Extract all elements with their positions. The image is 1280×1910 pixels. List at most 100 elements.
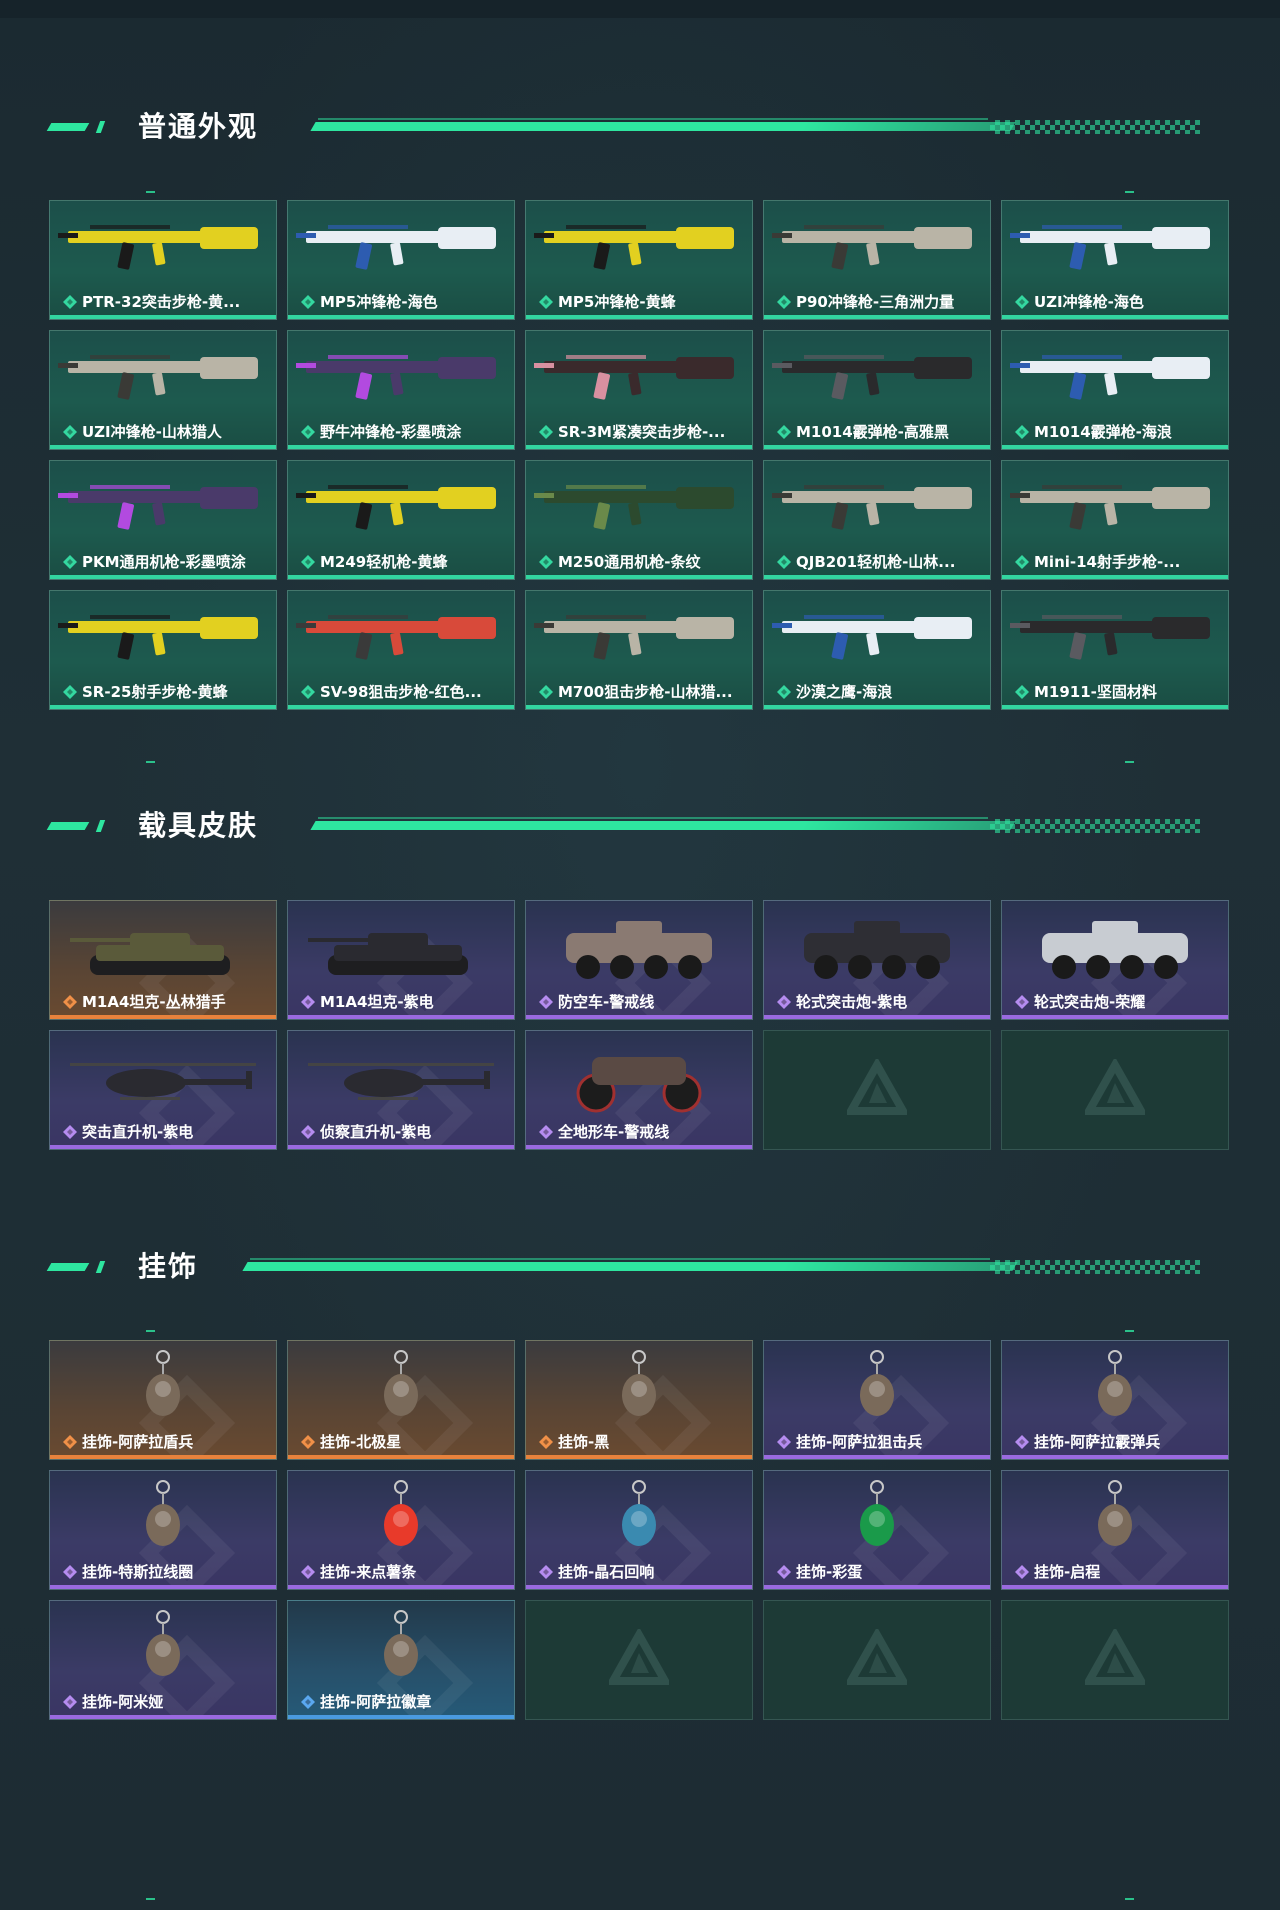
charms-card[interactable]: 挂饰-阿萨拉霰弹兵 <box>1001 1340 1229 1460</box>
weapons-card[interactable]: UZI冲锋枪-海色 <box>1001 200 1229 320</box>
vehicles-card[interactable]: 防空车-警戒线 <box>525 900 753 1020</box>
card-label: M249轻机枪-黄蜂 <box>320 553 448 571</box>
card-label: UZI冲锋枪-山林猎人 <box>82 423 222 441</box>
mini14-camo-icon <box>1010 485 1210 530</box>
wheeled-gun-dark-icon <box>804 921 950 979</box>
weapons-card[interactable]: M249轻机枪-黄蜂 <box>287 460 515 580</box>
rarity-diamond-icon <box>1015 995 1029 1009</box>
uzi-camo-icon <box>58 355 258 400</box>
wheeled-gun-white-icon <box>1042 921 1188 979</box>
tank-dark-icon <box>308 933 468 975</box>
shotgun-black-icon <box>772 355 972 400</box>
rarity-diamond-icon <box>539 555 553 569</box>
p90-camo-icon <box>772 225 972 270</box>
rarity-diamond-icon <box>539 995 553 1009</box>
charms-card[interactable]: 挂饰-阿萨拉徽章 <box>287 1600 515 1720</box>
charms-card[interactable]: 挂饰-来点薯条 <box>287 1470 515 1590</box>
card-label: 野牛冲锋枪-彩墨喷涂 <box>320 423 462 441</box>
aa-vehicle-icon <box>566 921 712 979</box>
empty-slot <box>763 1600 991 1720</box>
weapons-card[interactable]: P90冲锋枪-三角洲力量 <box>763 200 991 320</box>
delta-logo-icon <box>609 1629 669 1685</box>
weapons-card[interactable]: PKM通用机枪-彩墨喷涂 <box>49 460 277 580</box>
weapons-card[interactable]: MP5冲锋枪-黄蜂 <box>525 200 753 320</box>
card-label: 侦察直升机-紫电 <box>320 1123 432 1141</box>
empty-slot <box>1001 1030 1229 1150</box>
weapons-card[interactable]: SR-3M紧凑突击步枪-... <box>525 330 753 450</box>
card-label: 全地形车-警戒线 <box>558 1123 670 1141</box>
delta-logo-icon <box>847 1059 907 1115</box>
header-accent <box>95 820 106 832</box>
empty-slot <box>1001 1600 1229 1720</box>
card-label: P90冲锋枪-三角洲力量 <box>796 293 955 311</box>
weapons-card[interactable]: Mini-14射手步枪-... <box>1001 460 1229 580</box>
vehicles-card[interactable]: M1A4坦克-紫电 <box>287 900 515 1020</box>
section-title: 普通外观 <box>138 110 259 143</box>
charm-black-icon <box>622 1350 656 1416</box>
rarity-diamond-icon <box>539 685 553 699</box>
vehicles-card[interactable]: 侦察直升机-紫电 <box>287 1030 515 1150</box>
rarity-diamond-icon <box>539 1565 553 1579</box>
rarity-diamond-icon <box>777 1435 791 1449</box>
weapons-card[interactable]: QJB201轻机枪-山林... <box>763 460 991 580</box>
header-checker <box>990 819 1200 833</box>
charms-card[interactable]: 挂饰-特斯拉线圈 <box>49 1470 277 1590</box>
section-title: 挂饰 <box>138 1250 199 1283</box>
charms-card[interactable]: 挂饰-阿萨拉盾兵 <box>49 1340 277 1460</box>
rarity-diamond-icon <box>301 685 315 699</box>
weapons-card[interactable]: SR-25射手步枪-黄蜂 <box>49 590 277 710</box>
charms-card[interactable]: 挂饰-阿萨拉狙击兵 <box>763 1340 991 1460</box>
rarity-diamond-icon <box>301 425 315 439</box>
vehicles-card[interactable]: M1A4坦克-丛林猎手 <box>49 900 277 1020</box>
card-label: 轮式突击炮-紫电 <box>796 993 908 1011</box>
empty-slot <box>525 1600 753 1720</box>
vehicles-card[interactable]: 轮式突击炮-紫电 <box>763 900 991 1020</box>
tick-mark <box>1125 191 1134 193</box>
tick-mark <box>146 761 155 763</box>
delta-logo-icon <box>1085 1629 1145 1685</box>
weapons-card[interactable]: M1014霰弹枪-高雅黑 <box>763 330 991 450</box>
vehicles-card[interactable]: 突击直升机-紫电 <box>49 1030 277 1150</box>
tick-mark <box>146 1330 155 1332</box>
weapons-card[interactable]: M250通用机枪-条纹 <box>525 460 753 580</box>
card-label: 挂饰-特斯拉线圈 <box>82 1563 194 1581</box>
card-label: M1911-坚固材料 <box>1034 683 1157 701</box>
rarity-diamond-icon <box>301 1435 315 1449</box>
rarity-diamond-icon <box>63 685 77 699</box>
rarity-diamond-icon <box>301 295 315 309</box>
vehicles-card[interactable]: 轮式突击炮-荣耀 <box>1001 900 1229 1020</box>
charms-card[interactable]: 挂饰-黑 <box>525 1340 753 1460</box>
weapons-card[interactable]: 沙漠之鹰-海浪 <box>763 590 991 710</box>
rarity-diamond-icon <box>63 1565 77 1579</box>
charms-card[interactable]: 挂饰-北极星 <box>287 1340 515 1460</box>
weapons-card[interactable]: 野牛冲锋枪-彩墨喷涂 <box>287 330 515 450</box>
charm-tesla-coil-icon <box>146 1480 180 1546</box>
card-label: M1A4坦克-丛林猎手 <box>82 993 226 1011</box>
charms-card[interactable]: 挂饰-彩蛋 <box>763 1470 991 1590</box>
rarity-diamond-icon <box>63 995 77 1009</box>
header-checker <box>990 120 1200 134</box>
m250-green-icon <box>534 485 734 530</box>
weapons-card[interactable]: M700狙击步枪-山林猎... <box>525 590 753 710</box>
weapons-grid: PTR-32突击步枪-黄... MP5冲锋枪-海色 MP5冲锋枪-黄蜂 P90冲锋枪-… <box>49 200 1229 710</box>
rarity-diamond-icon <box>539 295 553 309</box>
weapons-card[interactable]: M1911-坚固材料 <box>1001 590 1229 710</box>
weapons-card[interactable]: UZI冲锋枪-山林猎人 <box>49 330 277 450</box>
weapons-card[interactable]: M1014霰弹枪-海浪 <box>1001 330 1229 450</box>
charms-card[interactable]: 挂饰-启程 <box>1001 1470 1229 1590</box>
weapons-card[interactable]: SV-98狙击步枪-红色... <box>287 590 515 710</box>
rarity-diamond-icon <box>539 425 553 439</box>
weapons-card[interactable]: MP5冲锋枪-海色 <box>287 200 515 320</box>
rarity-diamond-icon <box>301 995 315 1009</box>
vehicles-card[interactable]: 全地形车-警戒线 <box>525 1030 753 1150</box>
card-label: 挂饰-阿萨拉霰弹兵 <box>1034 1433 1161 1451</box>
card-label: MP5冲锋枪-海色 <box>320 293 438 311</box>
card-label: M250通用机枪-条纹 <box>558 553 701 571</box>
card-label: SV-98狙击步枪-红色... <box>320 683 482 701</box>
charms-card[interactable]: 挂饰-阿米娅 <box>49 1600 277 1720</box>
section-header-weapons: 普通外观 <box>0 109 1280 145</box>
charms-card[interactable]: 挂饰-晶石回响 <box>525 1470 753 1590</box>
weapons-card[interactable]: PTR-32突击步枪-黄... <box>49 200 277 320</box>
header-thin-line <box>250 1258 990 1260</box>
card-label: QJB201轻机枪-山林... <box>796 553 956 571</box>
